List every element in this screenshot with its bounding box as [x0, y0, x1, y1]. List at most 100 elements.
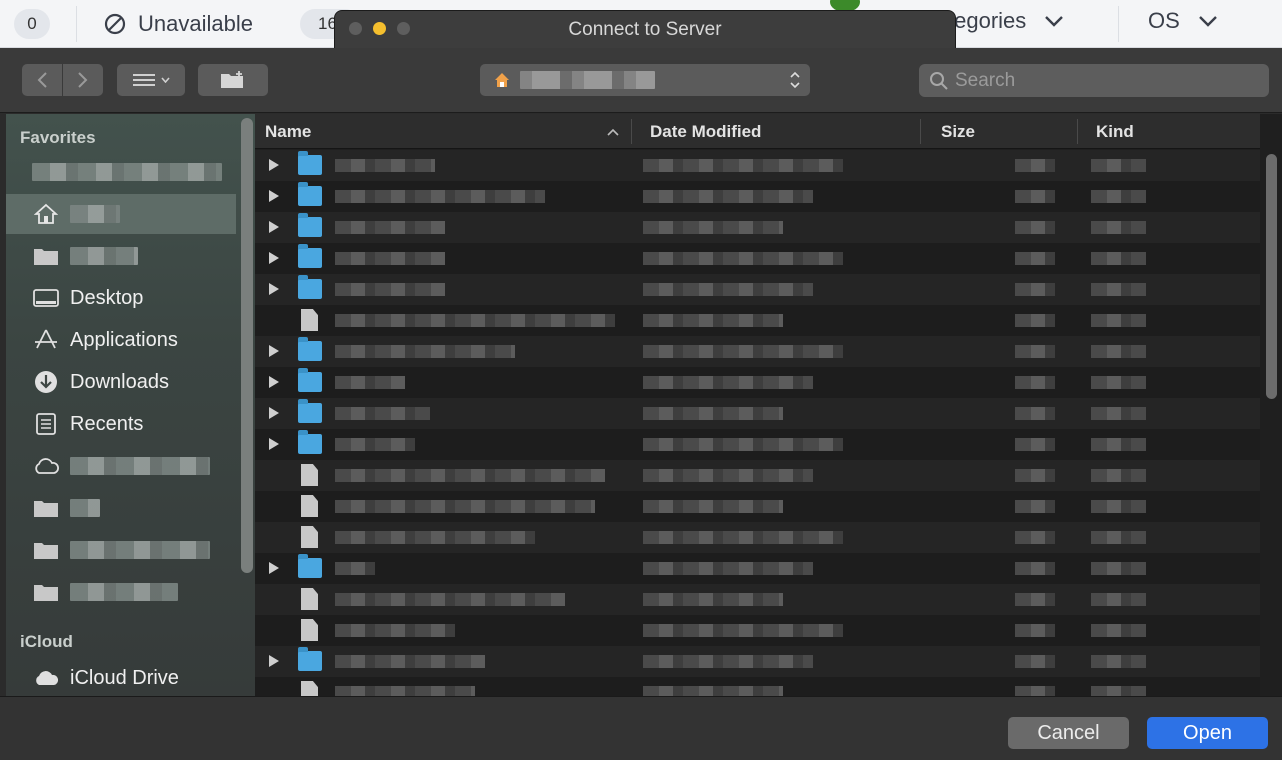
redacted-cell [335, 345, 515, 358]
search-field[interactable] [919, 64, 1269, 97]
disclosure-triangle-icon[interactable] [269, 283, 279, 295]
file-row[interactable] [255, 398, 1260, 429]
sidebar: Favorites Desktop Applications Downloads… [6, 114, 255, 696]
redacted-cell [643, 190, 813, 203]
categories-dropdown[interactable]: tegories [948, 8, 1064, 34]
redacted-cell [335, 686, 475, 696]
icloud-heading: iCloud [20, 632, 73, 651]
sidebar-item-applications[interactable]: Applications [6, 320, 236, 360]
back-button[interactable] [22, 64, 62, 96]
disclosure-triangle-icon[interactable] [269, 159, 279, 171]
file-row[interactable] [255, 274, 1260, 305]
redacted-label [32, 163, 222, 181]
document-icon [301, 495, 318, 517]
sidebar-item-folder[interactable] [6, 488, 236, 528]
column-kind[interactable]: Kind [1096, 122, 1134, 142]
file-row[interactable] [255, 522, 1260, 553]
redacted-cell [335, 562, 375, 575]
os-dropdown[interactable]: OS [1148, 8, 1218, 34]
disclosure-triangle-icon[interactable] [269, 438, 279, 450]
search-input[interactable] [955, 69, 1255, 92]
count-badge: 0 [14, 9, 50, 39]
sidebar-item-folder[interactable] [6, 572, 236, 612]
redacted-cell [335, 655, 485, 668]
redacted-cell [335, 314, 615, 327]
file-row[interactable] [255, 336, 1260, 367]
redacted-cell [643, 655, 813, 668]
redacted-cell [1015, 159, 1055, 172]
column-date-modified[interactable]: Date Modified [650, 122, 761, 142]
new-folder-button[interactable] [198, 64, 268, 96]
folder-icon [298, 151, 322, 175]
column-size[interactable]: Size [941, 122, 975, 142]
redacted-cell [335, 221, 445, 234]
sidebar-item-cloud[interactable] [6, 446, 236, 486]
sidebar-item-folder[interactable] [6, 530, 236, 570]
disclosure-triangle-icon[interactable] [269, 655, 279, 667]
cloud-icon [32, 454, 60, 478]
sidebar-item-label: Recents [70, 412, 144, 435]
file-row[interactable] [255, 429, 1260, 460]
sidebar-item-recents[interactable]: Recents [6, 404, 236, 444]
file-row[interactable] [255, 677, 1260, 696]
folder-icon [298, 368, 322, 392]
redacted-label [70, 541, 210, 559]
sidebar-item-redacted[interactable] [6, 152, 236, 192]
path-popup-button[interactable] [480, 64, 810, 96]
unavailable-filter[interactable]: Unavailable [104, 8, 253, 40]
sidebar-item-label: Desktop [70, 286, 144, 309]
divider [1118, 6, 1119, 42]
view-options-button[interactable] [117, 64, 185, 96]
forward-button[interactable] [63, 64, 103, 96]
file-row[interactable] [255, 150, 1260, 181]
folder-icon [298, 337, 322, 361]
window-title: Connect to Server [568, 19, 722, 40]
file-row[interactable] [255, 305, 1260, 336]
file-row[interactable] [255, 491, 1260, 522]
file-list-scrollbar[interactable] [1266, 154, 1277, 399]
file-row[interactable] [255, 212, 1260, 243]
disclosure-triangle-icon[interactable] [269, 345, 279, 357]
disclosure-triangle-icon[interactable] [269, 562, 279, 574]
sidebar-item-home[interactable] [6, 194, 236, 234]
disclosure-triangle-icon[interactable] [269, 190, 279, 202]
folder-icon [298, 399, 322, 423]
sidebar-item-folder[interactable] [6, 236, 236, 276]
file-row[interactable] [255, 646, 1260, 677]
cancel-button[interactable]: Cancel [1008, 717, 1129, 749]
file-row[interactable] [255, 553, 1260, 584]
sidebar-scrollbar[interactable] [241, 118, 253, 573]
file-row[interactable] [255, 584, 1260, 615]
chevron-down-icon [1045, 16, 1064, 27]
sidebar-item-icloud-drive[interactable]: iCloud Drive [6, 658, 236, 696]
file-row[interactable] [255, 243, 1260, 274]
disclosure-triangle-icon[interactable] [269, 376, 279, 388]
file-row[interactable] [255, 367, 1260, 398]
folder-icon [298, 430, 322, 454]
file-row[interactable] [255, 181, 1260, 212]
recents-icon [32, 412, 60, 436]
redacted-cell [643, 283, 813, 296]
chevron-down-icon [160, 77, 170, 83]
window-titlebar: Connect to Server [334, 10, 956, 48]
document-icon [301, 588, 318, 610]
folder-icon [298, 244, 322, 268]
sidebar-item-downloads[interactable]: Downloads [6, 362, 236, 402]
file-row[interactable] [255, 460, 1260, 491]
redacted-cell [643, 438, 843, 451]
file-row[interactable] [255, 615, 1260, 646]
open-button[interactable]: Open [1147, 717, 1268, 749]
disclosure-triangle-icon[interactable] [269, 407, 279, 419]
applications-icon [32, 328, 60, 352]
divider [76, 6, 77, 42]
chevron-down-icon [1198, 16, 1217, 27]
disclosure-triangle-icon[interactable] [269, 221, 279, 233]
document-icon [301, 464, 318, 486]
redacted-label [70, 457, 210, 475]
sidebar-item-label: Downloads [70, 370, 169, 393]
sidebar-item-desktop[interactable]: Desktop [6, 278, 236, 318]
disclosure-triangle-icon[interactable] [269, 252, 279, 264]
open-dialog: Favorites Desktop Applications Downloads… [0, 48, 1282, 760]
column-name[interactable]: Name [265, 122, 311, 142]
sort-ascending-icon [607, 128, 619, 136]
